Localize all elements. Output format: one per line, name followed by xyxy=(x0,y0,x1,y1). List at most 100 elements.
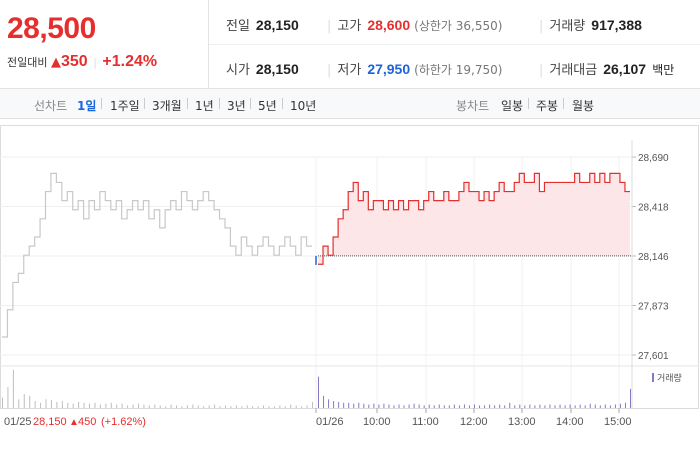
volume-bar xyxy=(383,403,385,408)
y-tick-label: 27,873 xyxy=(638,302,669,313)
volume-bar xyxy=(83,402,85,408)
volume-bar xyxy=(519,404,521,408)
volume-bar xyxy=(89,403,91,408)
change-value: 350 xyxy=(60,53,88,70)
volume-bar xyxy=(489,404,491,408)
volume-bar xyxy=(398,404,400,408)
volume-bar xyxy=(306,405,308,408)
current-price: 28,500 xyxy=(7,12,96,45)
volume-bar xyxy=(40,402,42,408)
volume-bar xyxy=(116,404,118,408)
volume-bar xyxy=(203,406,205,408)
volume-bar xyxy=(197,405,199,408)
volume-bar xyxy=(559,404,561,408)
period-10y[interactable]: 10년 xyxy=(290,97,316,114)
x-tick-label: 13:00 xyxy=(508,416,536,428)
y-tick-label: 27,601 xyxy=(638,351,669,362)
volume-bar xyxy=(23,394,25,408)
volume-bar xyxy=(148,405,150,408)
volume-bar xyxy=(458,405,460,408)
period-3y[interactable]: 3년 xyxy=(227,97,246,114)
stat-unit: 백만 xyxy=(652,63,675,77)
up-arrow-icon: ▲ xyxy=(50,55,61,70)
volume-bar xyxy=(353,403,355,408)
volume-bar xyxy=(438,404,440,408)
volume-bar xyxy=(143,404,145,408)
stat-label: 거래대금 xyxy=(549,63,598,78)
volume-bar xyxy=(504,405,506,408)
volume-bar xyxy=(499,404,501,408)
volume-bar xyxy=(333,401,335,408)
chart-toolbar: 선차트 1일 1주일 3개월 1년 3년 5년 10년 봉차트 일봉 주봉 월봉 xyxy=(0,89,700,119)
upper-limit: (상한가 36,550) xyxy=(414,19,503,33)
volume-bar xyxy=(12,369,14,408)
volume-bar xyxy=(433,405,435,408)
lower-limit: (하한가 19,750) xyxy=(414,63,503,77)
stats-divider xyxy=(209,44,700,45)
divider: | xyxy=(539,63,544,78)
volume-bar xyxy=(479,405,481,408)
volume-bar xyxy=(132,404,134,408)
stat-open: 시가 28,150 xyxy=(226,59,299,78)
chart-legend: 거래량 xyxy=(652,372,682,384)
x-tick-label: 14:00 xyxy=(556,416,584,428)
volume-bar xyxy=(45,399,47,408)
x-tick-label: 01/26 xyxy=(316,416,344,428)
period-1d[interactable]: 1일 xyxy=(77,97,96,114)
divider xyxy=(528,98,529,109)
volume-bar xyxy=(484,405,486,408)
stat-high: | 고가 28,600 (상한가 36,550) xyxy=(327,15,502,34)
volume-bar xyxy=(368,404,370,408)
prev-day-line xyxy=(2,172,312,338)
period-1y[interactable]: 1년 xyxy=(195,97,214,114)
x-tick-label: 10:00 xyxy=(363,416,391,428)
stat-value: 27,950 xyxy=(367,61,411,77)
volume-bar xyxy=(574,405,576,408)
volume-bar xyxy=(94,402,96,408)
volume-bar xyxy=(318,376,319,408)
volume-legend-swatch xyxy=(652,373,654,382)
change-percent: +1.24% xyxy=(102,53,158,70)
volume-bar xyxy=(373,403,375,408)
candle-daily[interactable]: 일봉 xyxy=(501,97,523,114)
volume-bar xyxy=(137,403,139,408)
volume-bar xyxy=(604,404,606,408)
volume-bar xyxy=(127,405,129,408)
volume-bar xyxy=(564,405,566,408)
volume-bar xyxy=(154,404,156,408)
volume-bar xyxy=(192,404,194,408)
period-3m[interactable]: 3개월 xyxy=(152,97,182,114)
volume-bar xyxy=(219,406,221,408)
volume-bar xyxy=(418,404,420,408)
candle-monthly[interactable]: 월봉 xyxy=(572,97,594,114)
candle-weekly[interactable]: 주봉 xyxy=(536,97,558,114)
volume-bar xyxy=(7,387,9,408)
volume-bar xyxy=(544,405,546,408)
divider: | xyxy=(93,56,97,69)
y-tick-label: 28,690 xyxy=(638,153,669,164)
prev-day-summary: 01/25 28,150 ▲ 450 (+1.62%) xyxy=(4,416,146,428)
period-5y[interactable]: 5년 xyxy=(258,97,277,114)
x-tick-label: 12:00 xyxy=(460,416,488,428)
volume-bar xyxy=(323,395,325,408)
stat-value: 917,388 xyxy=(591,17,642,33)
volume-bar xyxy=(279,405,281,408)
volume-bar xyxy=(514,405,516,408)
volume-bar xyxy=(403,405,405,408)
volume-bar xyxy=(630,388,631,408)
period-1w[interactable]: 1주일 xyxy=(110,97,140,114)
price-stats: 전일 28,150 | 고가 28,600 (상한가 36,550) | 거래량 917,3… xyxy=(209,0,700,89)
volume-bar xyxy=(494,405,496,408)
volume-bar xyxy=(241,406,243,408)
volume-bar xyxy=(230,406,232,408)
volume-bar xyxy=(393,405,395,408)
price-chart[interactable]: 28,690 28,418 28,146 27,873 27,601 01/26 10:0… xyxy=(0,120,700,450)
volume-bar xyxy=(105,403,107,408)
volume-bar xyxy=(584,405,586,408)
stat-value: 28,600 xyxy=(367,17,411,33)
volume-bar xyxy=(448,405,450,408)
volume-bar xyxy=(2,397,3,408)
prev-day-change: 450 xyxy=(78,416,96,428)
stat-value: 28,150 xyxy=(255,61,299,77)
divider xyxy=(144,98,145,109)
